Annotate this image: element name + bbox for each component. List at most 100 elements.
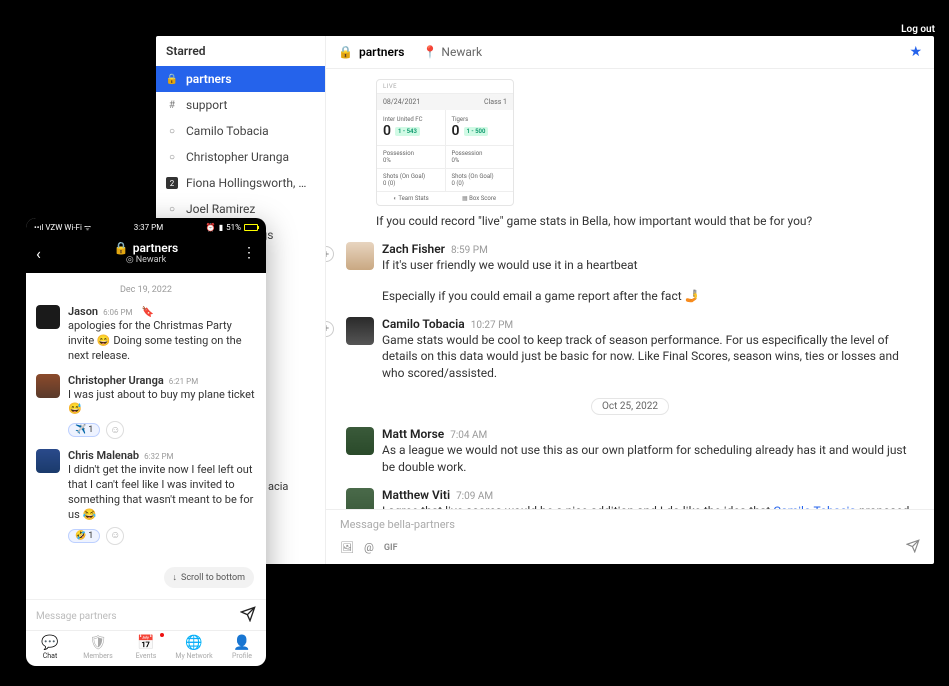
stat-value: 0 (0) xyxy=(383,180,439,187)
message-author[interactable]: Zach Fisher xyxy=(382,242,445,256)
message-time: 6:32 PM xyxy=(144,452,173,461)
back-button[interactable]: ‹ xyxy=(36,244,52,263)
channel-header: 🔒 partners 📍 Newark ★ xyxy=(326,36,934,69)
mobile-message-list[interactable]: Dec 19, 2022 Jason6:06 PM🔖 apologies for… xyxy=(26,273,266,599)
lock-icon: 🔒 xyxy=(114,241,129,255)
battery-indicator xyxy=(244,224,258,231)
message-text: I agree that live scores would be a nice… xyxy=(382,503,914,509)
tab-label: Chat xyxy=(43,652,58,660)
avatar[interactable] xyxy=(346,427,374,455)
battery-icon: ▮ xyxy=(219,223,223,232)
stat-label: Shots (On Goal) xyxy=(383,173,439,180)
lock-icon: 🔒 xyxy=(166,73,178,85)
sidebar-item-user[interactable]: ○ Christopher Uranga xyxy=(156,144,325,170)
scroll-label: Scroll to bottom xyxy=(181,573,245,583)
mobile-composer-input[interactable]: Message partners xyxy=(36,611,234,622)
channel-location[interactable]: 📍 Newark xyxy=(422,45,482,59)
sidebar-item-label: Fiona Hollingsworth, Merr... xyxy=(186,176,315,190)
add-reaction-button[interactable]: + xyxy=(326,246,334,262)
embed-tab-teamstats[interactable]: ◐ Team Stats xyxy=(377,192,445,205)
score: 0 xyxy=(383,123,391,139)
message-author[interactable]: Christopher Uranga xyxy=(68,374,164,387)
send-icon[interactable] xyxy=(240,606,256,626)
shield-icon: 🛡 xyxy=(74,635,122,651)
composer-input[interactable]: Message bella-partners xyxy=(340,518,920,531)
carrier-label: ••ıl VZW Wi-Fi ᯤ xyxy=(34,222,91,233)
logout-link[interactable]: Log out xyxy=(901,24,935,35)
sidebar-item-label: partners xyxy=(186,72,232,86)
image-icon[interactable]: 🖼 xyxy=(340,541,354,554)
reaction-chip[interactable]: 🤣1 xyxy=(68,529,100,543)
bookmark-icon[interactable]: 🔖 xyxy=(142,307,154,318)
team-name: Tigers xyxy=(452,116,508,123)
sidebar-item-user[interactable]: ○ Camilo Tobacia xyxy=(156,118,325,144)
date-pill: Oct 25, 2022 xyxy=(591,398,669,415)
embed-tab-boxscore[interactable]: ▦ Box Score xyxy=(445,192,513,205)
message-author[interactable]: Jason xyxy=(68,305,98,318)
sidebar-section-header: Starred xyxy=(156,36,325,66)
person-icon: 👤 xyxy=(218,635,266,651)
channel-name: partners xyxy=(359,45,405,59)
avatar[interactable] xyxy=(36,449,60,473)
game-embed-card[interactable]: LIVE 08/24/2021 Class 1 Inter United FC … xyxy=(376,79,514,206)
add-reaction-button[interactable]: ☺ xyxy=(106,421,124,439)
presence-icon: ○ xyxy=(166,203,178,215)
avatar[interactable] xyxy=(36,374,60,398)
avatar[interactable] xyxy=(36,305,60,329)
message-time: 7:04 AM xyxy=(450,430,487,441)
message-list[interactable]: LIVE 08/24/2021 Class 1 Inter United FC … xyxy=(326,69,934,509)
reaction-chip[interactable]: ✈️1 xyxy=(68,423,100,437)
message-author[interactable]: Matt Morse xyxy=(382,427,444,441)
pin-icon: 📍 xyxy=(422,45,437,59)
embed-date: 08/24/2021 xyxy=(383,98,420,106)
mention[interactable]: Camilo Tobacia xyxy=(773,504,856,509)
sidebar-item-dm-group[interactable]: 2 Fiona Hollingsworth, Merr... xyxy=(156,170,325,196)
stat-label: Possession xyxy=(452,150,508,157)
tab-members[interactable]: 🛡 Members xyxy=(74,635,122,660)
star-icon[interactable]: ★ xyxy=(909,44,922,60)
scroll-to-bottom-button[interactable]: ↓ Scroll to bottom xyxy=(164,567,255,588)
tab-chat[interactable]: 💬 Chat xyxy=(26,635,74,660)
gif-button[interactable]: GIF xyxy=(384,543,398,553)
battery-label: 51% xyxy=(226,223,241,232)
chat-icon: 💬 xyxy=(26,635,74,651)
message: Matthew Viti7:09 AM I agree that live sc… xyxy=(346,488,914,509)
add-reaction-button[interactable]: + xyxy=(326,321,334,337)
location-label: Newark xyxy=(441,45,482,59)
mobile-channel-title[interactable]: 🔒partners xyxy=(52,241,240,255)
more-button[interactable]: ⋮ xyxy=(240,245,256,261)
sidebar-item-support[interactable]: # support xyxy=(156,92,325,118)
tab-label: My Network xyxy=(175,652,212,660)
avatar[interactable] xyxy=(346,317,374,345)
sidebar-item-partners[interactable]: 🔒 partners xyxy=(156,66,325,92)
composer: Message bella-partners 🖼 @ GIF xyxy=(326,509,934,564)
message-text: apologies for the Christmas Party invite… xyxy=(68,319,256,364)
message-author[interactable]: Matthew Viti xyxy=(382,488,450,502)
avatar[interactable] xyxy=(346,488,374,509)
message-text: As a league we would not use this as our… xyxy=(382,442,914,476)
tab-network[interactable]: 🌐 My Network xyxy=(170,635,218,660)
message-time: 6:06 PM xyxy=(103,308,132,317)
embed-scores: Inter United FC 01 - 543 Tigers 01 - 500 xyxy=(377,110,513,145)
message-text: Especially if you could email a game rep… xyxy=(382,288,914,305)
globe-icon: 🌐 xyxy=(170,635,218,651)
tab-events[interactable]: 📅 Events xyxy=(122,635,170,660)
mobile-location: ◎Newark xyxy=(52,255,240,265)
add-reaction-button[interactable]: ☺ xyxy=(106,527,124,545)
tab-profile[interactable]: 👤 Profile xyxy=(218,635,266,660)
stray-text: acia xyxy=(268,480,288,493)
notification-dot xyxy=(160,633,164,637)
send-icon[interactable] xyxy=(906,539,920,556)
sidebar-item-label: Camilo Tobacia xyxy=(186,124,269,138)
message-author[interactable]: Chris Malenab xyxy=(68,449,139,462)
stat-label: Shots (On Goal) xyxy=(452,173,508,180)
sidebar-item-label: support xyxy=(186,98,227,112)
message-author[interactable]: Camilo Tobacia xyxy=(382,317,465,331)
avatar[interactable] xyxy=(346,242,374,270)
calendar-icon: 📅 xyxy=(122,635,170,651)
mention-icon[interactable]: @ xyxy=(364,541,374,554)
presence-icon: ○ xyxy=(166,125,178,137)
message-time: 8:59 PM xyxy=(451,245,488,256)
channel-title[interactable]: 🔒 partners xyxy=(338,45,404,59)
tab-label: Members xyxy=(83,652,113,660)
